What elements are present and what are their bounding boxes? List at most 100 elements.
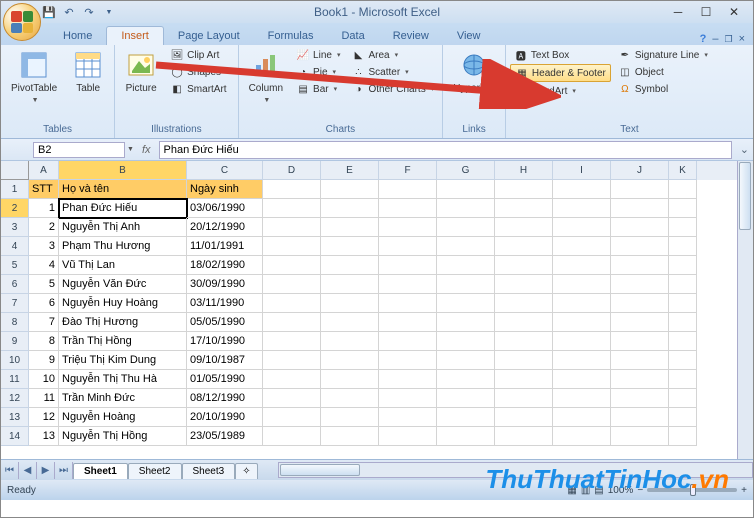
close-button[interactable]: ✕ [721, 3, 747, 21]
cell[interactable]: 30/09/1990 [187, 275, 263, 294]
cell[interactable] [263, 294, 321, 313]
zoom-level[interactable]: 100% [608, 485, 634, 496]
cell[interactable] [321, 313, 379, 332]
redo-icon[interactable]: ↷ [81, 4, 97, 20]
bar-chart-button[interactable]: ▤Bar▾ [292, 81, 344, 97]
cell[interactable] [437, 218, 495, 237]
cell[interactable] [321, 218, 379, 237]
cell[interactable] [321, 275, 379, 294]
cell[interactable] [553, 256, 611, 275]
cell[interactable] [263, 275, 321, 294]
cell[interactable] [669, 218, 697, 237]
tab-review[interactable]: Review [379, 27, 443, 45]
cell[interactable] [611, 389, 669, 408]
textbox-button[interactable]: 🅰Text Box [510, 47, 611, 63]
cell[interactable]: 11 [29, 389, 59, 408]
cell[interactable] [611, 199, 669, 218]
cell[interactable] [437, 313, 495, 332]
column-header-G[interactable]: G [437, 161, 495, 180]
row-header[interactable]: 2 [1, 199, 29, 218]
row-header[interactable]: 7 [1, 294, 29, 313]
first-sheet-icon[interactable]: ⏮ [1, 462, 19, 479]
cell[interactable]: 11/01/1991 [187, 237, 263, 256]
clipart-button[interactable]: 🖼Clip Art [166, 47, 233, 63]
cell[interactable] [495, 313, 553, 332]
cell[interactable] [495, 408, 553, 427]
cell[interactable]: 13 [29, 427, 59, 446]
column-header-F[interactable]: F [379, 161, 437, 180]
cell[interactable] [611, 294, 669, 313]
cell[interactable] [379, 294, 437, 313]
view-break-icon[interactable]: ▤ [594, 485, 603, 496]
cell[interactable]: 08/12/1990 [187, 389, 263, 408]
cell[interactable] [379, 313, 437, 332]
vertical-scrollbar[interactable] [737, 161, 753, 459]
cell[interactable]: 4 [29, 256, 59, 275]
cell[interactable] [437, 294, 495, 313]
cell[interactable] [263, 370, 321, 389]
cell[interactable] [321, 237, 379, 256]
cell[interactable] [437, 351, 495, 370]
office-button[interactable] [3, 3, 41, 41]
cell[interactable]: Phan Đức Hiếu [59, 199, 187, 218]
cell[interactable]: Vũ Thị Lan [59, 256, 187, 275]
tab-view[interactable]: View [443, 27, 495, 45]
cell[interactable] [669, 351, 697, 370]
cell[interactable] [379, 275, 437, 294]
cell[interactable] [553, 389, 611, 408]
sheet-tab-3[interactable]: Sheet3 [182, 463, 236, 479]
cell[interactable]: 09/10/1987 [187, 351, 263, 370]
hyperlink-button[interactable]: Hyperlink [447, 47, 501, 96]
cell[interactable] [437, 370, 495, 389]
cell[interactable] [321, 427, 379, 446]
cell[interactable] [379, 199, 437, 218]
row-header[interactable]: 6 [1, 275, 29, 294]
cell[interactable] [495, 199, 553, 218]
cell[interactable]: Ngày sinh [187, 180, 263, 199]
cell[interactable]: Đào Thị Hương [59, 313, 187, 332]
object-button[interactable]: ◫Object [614, 64, 712, 80]
zoom-slider[interactable] [647, 488, 737, 492]
cell[interactable]: Nguyễn Thị Thu Hà [59, 370, 187, 389]
cell[interactable] [437, 256, 495, 275]
last-sheet-icon[interactable]: ⏭ [55, 462, 73, 479]
row-header[interactable]: 13 [1, 408, 29, 427]
column-header-I[interactable]: I [553, 161, 611, 180]
cell[interactable]: 10 [29, 370, 59, 389]
column-header-J[interactable]: J [611, 161, 669, 180]
save-icon[interactable]: 💾 [41, 4, 57, 20]
column-header-C[interactable]: C [187, 161, 263, 180]
tab-data[interactable]: Data [327, 27, 378, 45]
cell[interactable] [263, 332, 321, 351]
expand-formula-icon[interactable]: ⌄ [736, 143, 753, 156]
row-header[interactable]: 8 [1, 313, 29, 332]
cell[interactable]: 8 [29, 332, 59, 351]
cell[interactable] [611, 332, 669, 351]
cell[interactable] [553, 351, 611, 370]
cell[interactable]: 2 [29, 218, 59, 237]
table-button[interactable]: Table [66, 47, 110, 96]
pivottable-button[interactable]: PivotTable▼ [5, 47, 63, 108]
cell[interactable] [263, 199, 321, 218]
cell[interactable] [379, 408, 437, 427]
cell[interactable]: Triệu Thị Kim Dung [59, 351, 187, 370]
cell[interactable] [553, 294, 611, 313]
cell[interactable]: 01/05/1990 [187, 370, 263, 389]
cell[interactable] [669, 427, 697, 446]
cell[interactable] [611, 237, 669, 256]
cell[interactable] [669, 237, 697, 256]
row-header[interactable]: 3 [1, 218, 29, 237]
cell[interactable] [669, 199, 697, 218]
cell[interactable] [669, 332, 697, 351]
zoom-out-icon[interactable]: − [637, 485, 643, 496]
picture-button[interactable]: Picture [119, 47, 163, 96]
cell[interactable] [379, 332, 437, 351]
cell[interactable]: STT [29, 180, 59, 199]
cell[interactable] [321, 332, 379, 351]
cell[interactable]: 1 [29, 199, 59, 218]
cell[interactable] [553, 427, 611, 446]
cell[interactable] [553, 237, 611, 256]
column-header-A[interactable]: A [29, 161, 59, 180]
cell[interactable]: Trần Thị Hồng [59, 332, 187, 351]
cell[interactable] [321, 408, 379, 427]
